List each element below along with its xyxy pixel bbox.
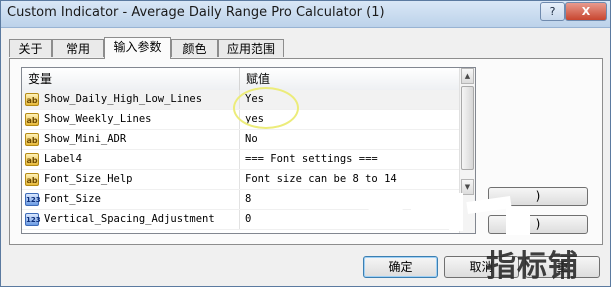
title-bar[interactable]: Custom Indicator - Average Daily Range P…	[1, 1, 610, 28]
value-cell[interactable]: No	[242, 130, 459, 149]
variable-cell: ab Show_Weekly_Lines	[22, 110, 240, 129]
tab-common[interactable]: 常用	[52, 39, 104, 57]
value-cell[interactable]: yes	[242, 110, 459, 129]
tab-inputs[interactable]: 输入参数	[104, 37, 171, 59]
parameters-grid: 变量 赋值 ab Show_Daily_High_Low_Lines Yes a…	[21, 67, 476, 234]
tab-colors[interactable]: 颜色	[171, 39, 218, 57]
parameter-row[interactable]: ab Font_Size_Help Font size can be 8 to …	[22, 170, 459, 190]
value-cell[interactable]: Font size can be 8 to 14	[242, 170, 459, 189]
parameter-row[interactable]: 123 Vertical_Spacing_Adjustment 0	[22, 210, 459, 230]
help-button[interactable]: ?	[540, 2, 565, 21]
window-title: Custom Indicator - Average Daily Range P…	[7, 5, 385, 20]
ok-button[interactable]: 确定	[363, 256, 438, 278]
integer-type-icon: 123	[25, 213, 41, 226]
variable-name: Font_Size	[44, 193, 101, 205]
value-cell[interactable]: 0	[242, 210, 459, 229]
string-type-icon: ab	[25, 133, 39, 146]
dialog-window: Custom Indicator - Average Daily Range P…	[0, 0, 611, 287]
scroll-thumb[interactable]	[461, 86, 474, 170]
variable-name: Label4	[44, 153, 82, 165]
parameter-row[interactable]: ab Show_Daily_High_Low_Lines Yes	[22, 90, 459, 110]
save-button[interactable]: )	[488, 215, 588, 234]
watermark-logo: 指标铺	[486, 249, 579, 284]
variable-cell: ab Show_Daily_High_Low_Lines	[22, 90, 240, 109]
scroll-up-icon[interactable]: ▲	[461, 68, 474, 84]
scroll-down-icon[interactable]: ▼	[461, 179, 474, 195]
variable-name: Font_Size_Help	[44, 173, 133, 185]
parameter-row[interactable]: ab Show_Mini_ADR No	[22, 130, 459, 150]
grid-header: 变量 赋值	[22, 68, 459, 91]
variable-cell: ab Show_Mini_ADR	[22, 130, 240, 149]
tab-visualization[interactable]: 应用范围	[218, 39, 284, 57]
string-type-icon: ab	[25, 153, 39, 166]
value-cell[interactable]: === Font settings ===	[242, 150, 459, 169]
variable-cell: 123 Vertical_Spacing_Adjustment	[22, 210, 240, 229]
variable-name: Show_Mini_ADR	[44, 133, 127, 145]
close-button[interactable]: X	[565, 2, 607, 21]
integer-type-icon: 123	[25, 193, 41, 206]
vertical-scrollbar[interactable]: ▲ ▼	[459, 68, 475, 233]
string-type-icon: ab	[25, 93, 39, 106]
parameter-row[interactable]: 123 Font_Size 8	[22, 190, 459, 210]
header-variable[interactable]: 变量	[22, 68, 240, 90]
value-cell[interactable]: 8	[242, 190, 459, 209]
parameter-row[interactable]: ab Show_Weekly_Lines yes	[22, 110, 459, 130]
tab-about[interactable]: 关于	[9, 39, 52, 57]
variable-name: Show_Weekly_Lines	[44, 113, 152, 125]
value-cell[interactable]: Yes	[242, 90, 459, 109]
variable-name: Vertical_Spacing_Adjustment	[44, 213, 215, 225]
string-type-icon: ab	[25, 173, 39, 186]
variable-name: Show_Daily_High_Low_Lines	[44, 93, 203, 105]
variable-cell: ab Font_Size_Help	[22, 170, 240, 189]
variable-cell: ab Label4	[22, 150, 240, 169]
string-type-icon: ab	[25, 113, 39, 126]
load-button[interactable]: )	[488, 187, 588, 206]
header-value[interactable]: 赋值	[240, 68, 459, 90]
variable-cell: 123 Font_Size	[22, 190, 240, 209]
parameter-row[interactable]: ab Label4 === Font settings ===	[22, 150, 459, 170]
